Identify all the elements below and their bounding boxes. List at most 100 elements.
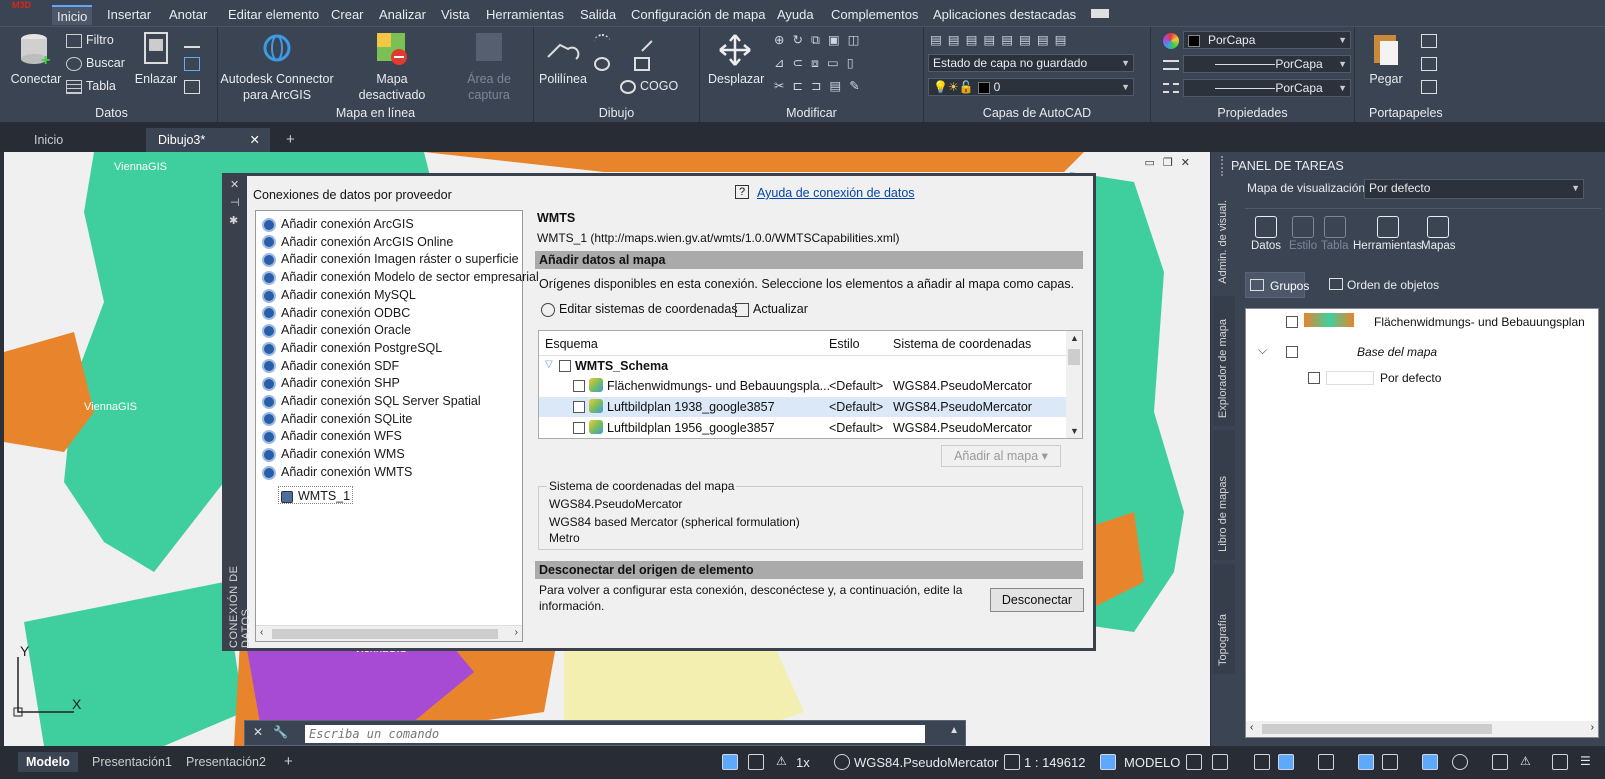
provider-item[interactable]: Añadir conexión WMTS <box>262 463 412 481</box>
ribbon-tool-a[interactable] <box>184 31 204 49</box>
clean-screen-icon[interactable] <box>1552 754 1568 770</box>
modify-tools-row3[interactable]: ✂⊏⊐▤✎ <box>774 77 868 95</box>
col-cs[interactable]: Sistema de coordenadas <box>893 337 1031 351</box>
vtab-libro-mapas[interactable]: Libro de mapas <box>1213 430 1235 560</box>
dialog-settings-icon[interactable]: ✱ <box>229 214 238 227</box>
modify-tools-row2[interactable]: ⊿⊂⧈▭▯ <box>774 54 862 72</box>
cogo-button[interactable]: COGO <box>620 77 678 95</box>
tab-presentacion2[interactable]: Presentación2 <box>178 752 274 772</box>
row-checkbox[interactable] <box>573 401 585 413</box>
buscar-button[interactable]: Buscar <box>66 54 125 72</box>
enlazar-button[interactable]: Enlazar <box>134 31 178 87</box>
color-wheel-icon[interactable] <box>1163 33 1179 49</box>
conectar-button[interactable]: + Conectar <box>8 31 64 87</box>
cmd-customize-icon[interactable]: 🔧 <box>273 725 288 739</box>
provider-item[interactable]: Añadir conexión ODBC <box>262 304 410 322</box>
group-row[interactable]: ⌵ Base del mapa <box>1246 341 1596 363</box>
tool-estilo[interactable]: Estilo <box>1289 216 1317 252</box>
ribbon-tool-c[interactable] <box>184 77 204 95</box>
help-icon[interactable]: ? <box>735 185 749 199</box>
ribbon-minimize-toggle[interactable] <box>1091 9 1109 18</box>
arc-button[interactable] <box>594 31 614 49</box>
provider-item[interactable]: Añadir conexión WFS <box>262 427 402 445</box>
model-space-indicator[interactable]: MODELO <box>1124 755 1180 770</box>
autodesk-connector-button[interactable]: Autodesk Connector para ArcGIS <box>218 33 336 103</box>
group-title-propiedades[interactable]: Propiedades <box>1151 106 1354 120</box>
tool-datos[interactable]: Datos <box>1251 216 1281 252</box>
layer-state-dropdown[interactable]: Estado de capa no guardado ▼ <box>928 54 1134 72</box>
provider-item[interactable]: Añadir conexión ArcGIS <box>262 215 414 233</box>
group-visibility-checkbox[interactable] <box>1286 346 1298 358</box>
menu-salida[interactable]: Salida <box>575 5 621 25</box>
vtab-admin-visual[interactable]: Admin. de visual. <box>1213 182 1235 292</box>
vtab-topografia[interactable]: Topografía <box>1213 564 1235 674</box>
isolate-objects-icon[interactable] <box>1492 754 1508 770</box>
tool-mapas[interactable]: Mapas <box>1421 216 1456 252</box>
tool-herramientas[interactable]: Herramientas <box>1353 216 1422 252</box>
object-snap-tracking-icon[interactable] <box>1358 754 1374 770</box>
schema-row[interactable]: Luftbildplan 1956_google3857 <Default> WGS… <box>539 418 1067 438</box>
grid-vscrollbar[interactable]: ▲ ▼ <box>1066 331 1082 438</box>
menu-crear[interactable]: Crear <box>326 5 369 25</box>
menu-inicio[interactable]: Inicio <box>52 5 93 25</box>
workspace-gear-icon[interactable] <box>1452 754 1468 770</box>
tree-hscrollbar[interactable]: ‹ › <box>1246 721 1598 737</box>
polar-tracking-icon[interactable] <box>1278 754 1294 770</box>
layer-row-2[interactable]: Por defecto <box>1246 367 1596 389</box>
ortho-icon[interactable] <box>748 754 764 770</box>
grid-icon[interactable] <box>1186 754 1202 770</box>
provider-item[interactable]: Añadir conexión Modelo de sector empresa… <box>262 268 539 286</box>
annotation-scale[interactable]: 1x <box>796 755 810 770</box>
pegar-button[interactable]: Pegar <box>1361 31 1411 87</box>
cmd-close-icon[interactable]: ✕ <box>253 725 263 739</box>
layer-row-1[interactable]: Flächenwidmungs- und Bebauungsplan <box>1246 311 1596 333</box>
lineweight-toggle-icon[interactable] <box>1382 754 1398 770</box>
help-link[interactable]: Ayuda de conexión de datos <box>757 186 915 200</box>
disconnect-button[interactable]: Desconectar <box>990 588 1084 612</box>
snap-mode-icon[interactable] <box>1212 754 1228 770</box>
annotation-warning-icon[interactable]: ⚠ <box>776 754 792 770</box>
tab-orden-objetos[interactable]: Orden de objetos <box>1323 272 1463 298</box>
expand-icon[interactable]: ▽ <box>545 359 553 370</box>
menu-ayuda[interactable]: Ayuda <box>772 5 819 25</box>
schema-row[interactable]: Luftbildplan 1938_google3857 <Default> WGS… <box>539 397 1067 417</box>
row-checkbox[interactable] <box>573 422 585 434</box>
coordinate-system-value[interactable]: WGS84.PseudoMercator <box>854 755 999 770</box>
menu-insertar[interactable]: Insertar <box>102 5 156 25</box>
tab-grupos[interactable]: Grupos <box>1245 272 1309 298</box>
menu-analizar[interactable]: Analizar <box>374 5 431 25</box>
provider-item[interactable]: Añadir conexión ArcGIS Online <box>262 233 453 251</box>
command-input[interactable]: Escriba un comando <box>305 725 925 743</box>
connection-wmts-1[interactable]: WMTS_1 <box>278 486 354 504</box>
hardware-acceleration-icon[interactable]: ⚠ <box>1520 754 1536 770</box>
linetype-dropdown[interactable]: PorCapa ▼ <box>1183 79 1351 97</box>
tab-dibujo3[interactable]: Dibujo3* ✕ <box>146 128 270 152</box>
polilinea-button[interactable]: Polilínea <box>538 35 588 87</box>
customization-menu-icon[interactable]: ☰ <box>1580 754 1596 770</box>
menu-anotar[interactable]: Anotar <box>164 5 212 25</box>
copy-base-button[interactable] <box>1421 77 1441 95</box>
view-map-dropdown[interactable]: Por defecto ▼ <box>1364 179 1584 199</box>
menu-vista[interactable]: Vista <box>436 5 475 25</box>
circle-button[interactable] <box>594 54 614 72</box>
provider-item[interactable]: Añadir conexión MySQL <box>262 286 416 304</box>
cut-button[interactable] <box>1421 31 1441 49</box>
group-title-dibujo[interactable]: Dibujo <box>534 106 699 120</box>
add-to-map-button[interactable]: Añadir al mapa ▾ <box>941 445 1061 467</box>
copy-button[interactable] <box>1421 54 1441 72</box>
annotation-visibility-icon[interactable] <box>1422 754 1438 770</box>
filtro-button[interactable]: Filtro <box>66 31 114 49</box>
menu-herramientas[interactable]: Herramientas <box>481 5 569 25</box>
provider-item[interactable]: Añadir conexión SDF <box>262 357 399 375</box>
tab-presentacion1[interactable]: Presentación1 <box>84 752 180 772</box>
provider-item[interactable]: Añadir conexión SHP <box>262 374 400 392</box>
dialog-autohide-icon[interactable]: ⊣ <box>230 196 240 209</box>
color-dropdown[interactable]: PorCapa ▼ <box>1183 31 1351 49</box>
menu-aplicaciones-destacadas[interactable]: Aplicaciones destacadas <box>928 5 1081 25</box>
layer-2-visibility-checkbox[interactable] <box>1308 372 1320 384</box>
lineweight-dropdown[interactable]: PorCapa ▼ <box>1183 55 1351 73</box>
modify-tools-row1[interactable]: ⊕↻⧉▣◫ <box>774 31 868 49</box>
add-layout-button[interactable]: + <box>276 752 301 772</box>
menu-complementos[interactable]: Complementos <box>826 5 923 25</box>
tabla-button[interactable]: Tabla <box>66 77 116 95</box>
